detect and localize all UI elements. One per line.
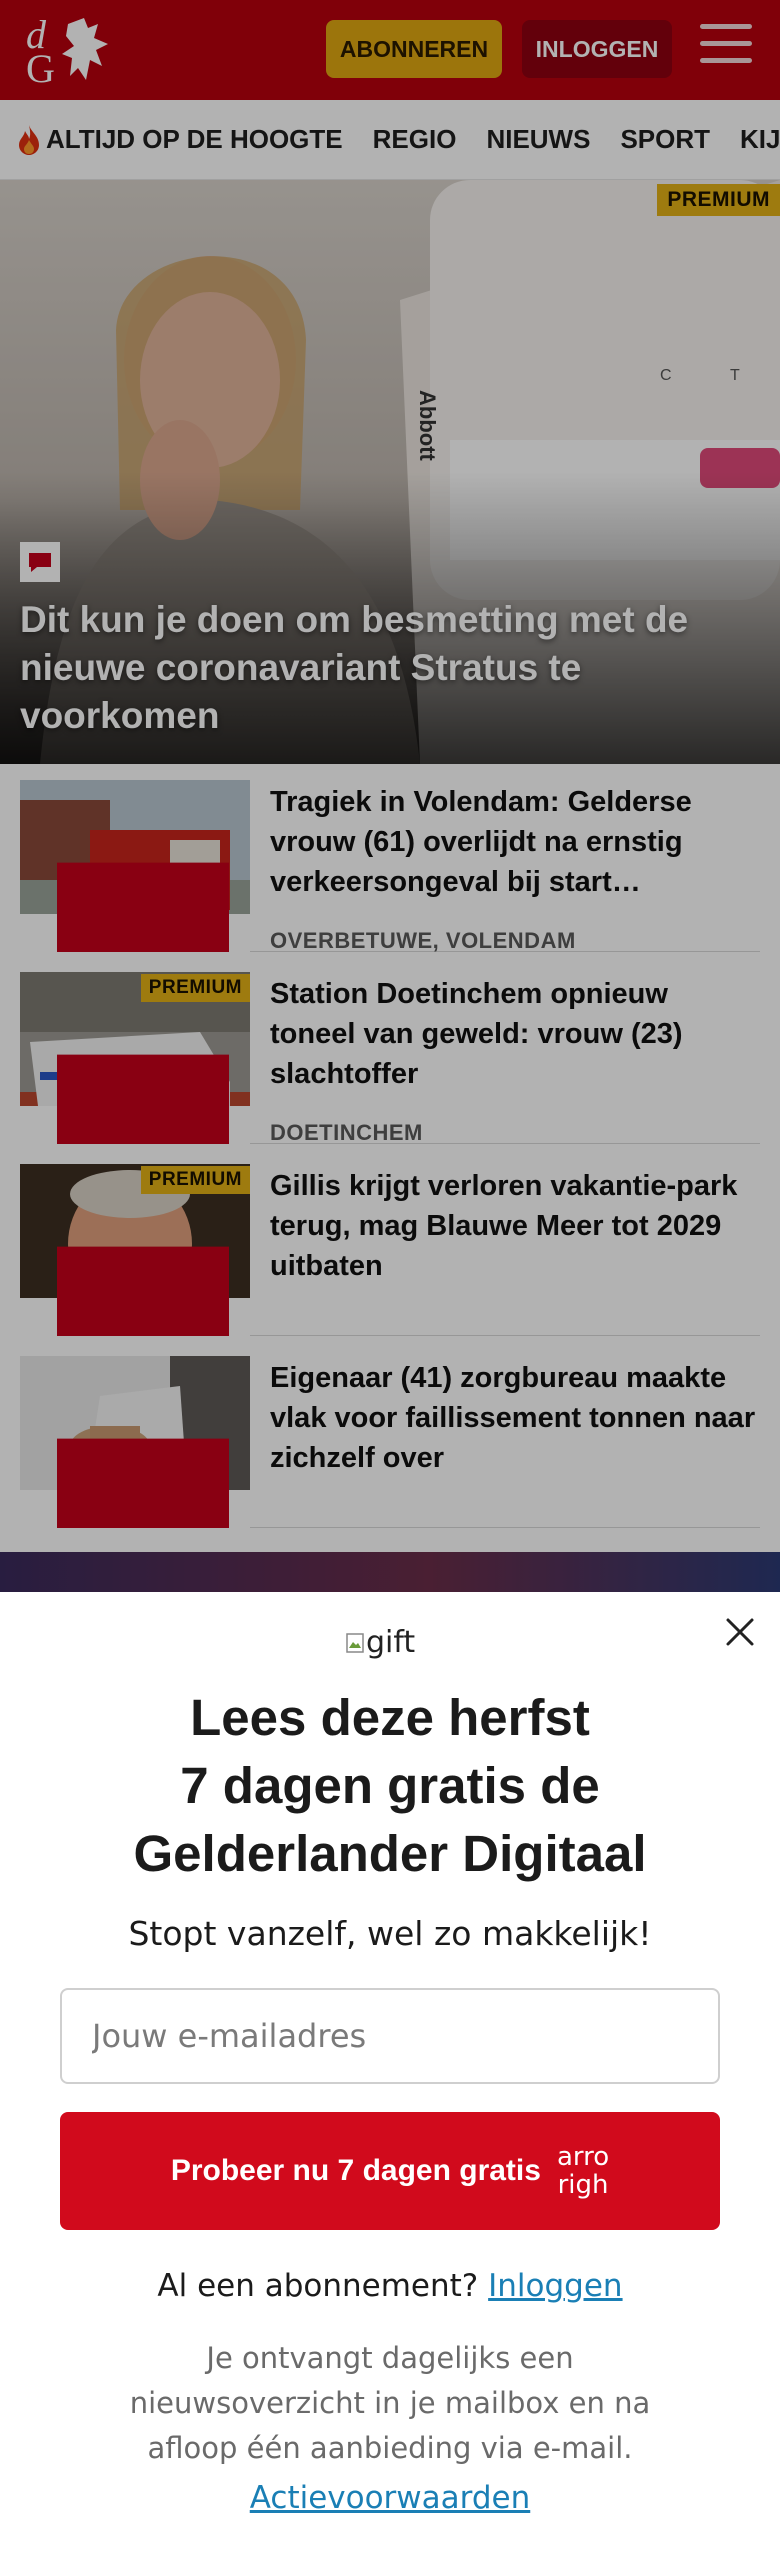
- modal-subtext: Stopt vanzelf, wel zo makkelijk!: [128, 1914, 652, 1953]
- arrow-alt-line: righ: [557, 2170, 609, 2200]
- gift-icon: gift: [346, 1620, 415, 1664]
- arrow-alt-line: arro: [556, 2142, 610, 2172]
- modal-backdrop[interactable]: [0, 0, 780, 1592]
- login-prompt-text: Al een abonnement?: [157, 2268, 489, 2304]
- close-icon[interactable]: [722, 1614, 758, 1650]
- headline-line: Gelderlander Digitaal: [133, 1825, 647, 1882]
- cta-label: Probeer nu 7 dagen gratis: [170, 2154, 541, 2187]
- headline-line: Lees deze herfst: [190, 1689, 590, 1746]
- arrow-right-icon: arro righ: [557, 2143, 609, 2199]
- email-field[interactable]: [60, 1988, 720, 2084]
- modal-headline: Lees deze herfst 7 dagen gratis de Gelde…: [40, 1684, 740, 1888]
- trial-signup-button[interactable]: Probeer nu 7 dagen gratis arro righ: [60, 2112, 720, 2230]
- login-prompt: Al een abonnement? Inloggen: [40, 2268, 740, 2304]
- terms-link[interactable]: Actievoorwaarden: [40, 2480, 740, 2516]
- subscription-modal: gift Lees deze herfst 7 dagen gratis de …: [0, 1592, 780, 2560]
- login-link[interactable]: Inloggen: [488, 2268, 622, 2304]
- newsletter-info: Je ontvangt dagelijks een nieuwsoverzich…: [129, 2341, 651, 2465]
- headline-line: 7 dagen gratis de: [180, 1757, 600, 1814]
- gift-alt-text: gift: [366, 1624, 416, 1660]
